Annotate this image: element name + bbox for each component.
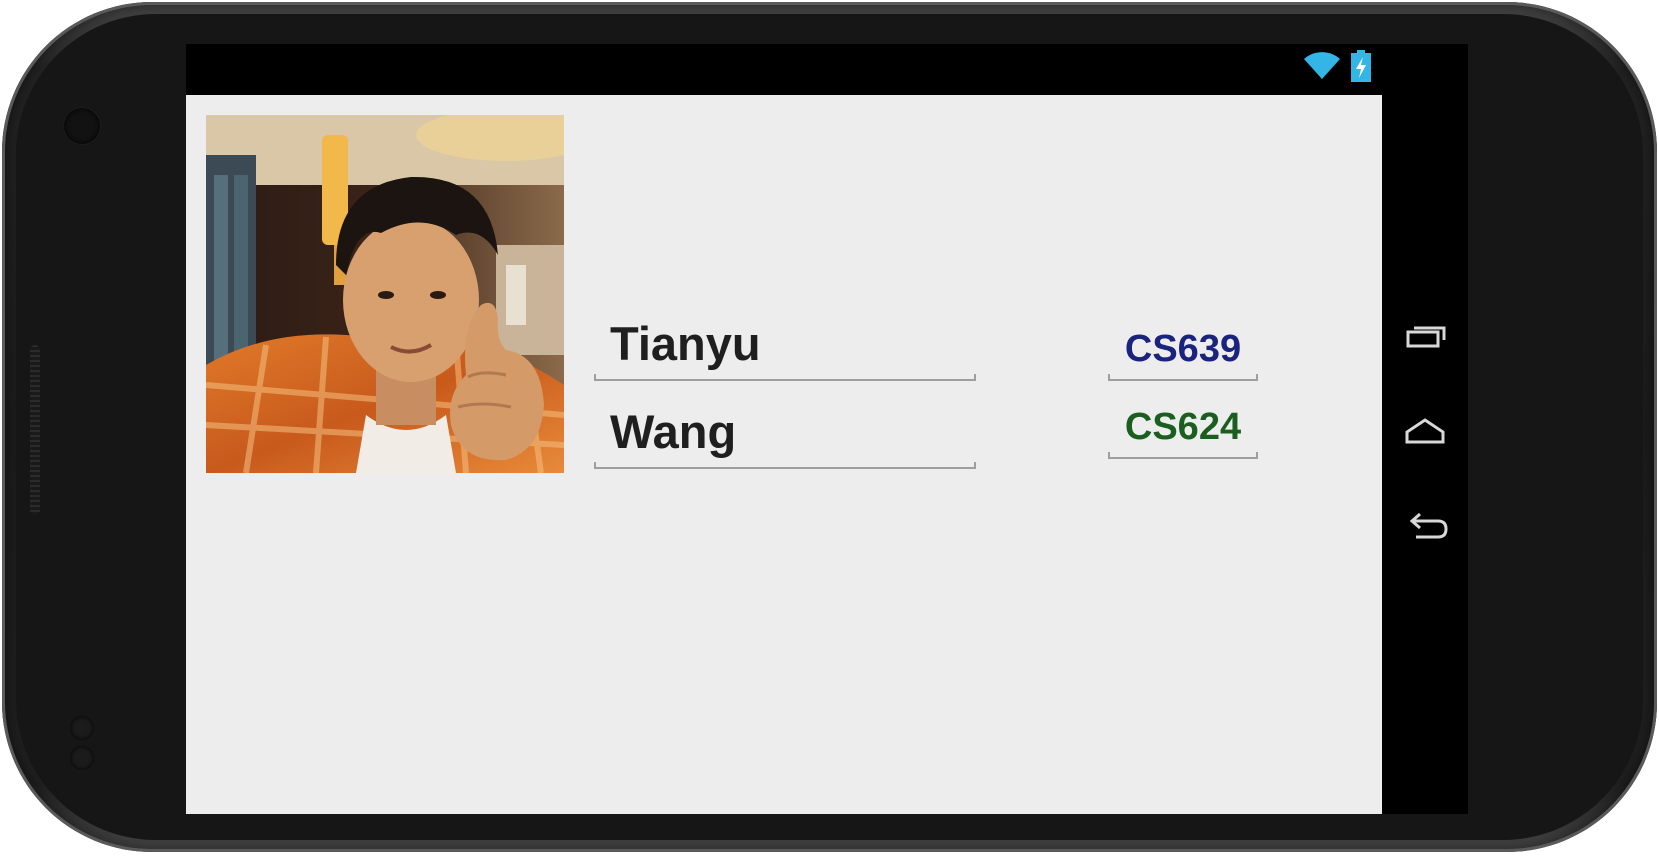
profile-photo [206, 115, 564, 473]
course-code-text: CS624 [1124, 406, 1242, 448]
status-bar [186, 44, 1382, 95]
app-screen: Tianyu Wang CS639 CS624 [186, 95, 1382, 814]
sensor-dot-top [70, 716, 94, 740]
course-field-cs624[interactable]: CS624 [1108, 301, 1258, 459]
last-name-field[interactable]: Wang [594, 303, 976, 469]
sensor-dot-bottom [70, 746, 94, 770]
last-name-text: Wang [610, 405, 737, 458]
wifi-icon [1304, 52, 1340, 79]
speaker-grill [30, 345, 40, 515]
recent-apps-icon[interactable] [1400, 318, 1450, 358]
profile-photo-image [206, 115, 564, 473]
home-icon[interactable] [1400, 412, 1450, 452]
front-camera-icon [64, 108, 100, 144]
back-icon[interactable] [1400, 508, 1450, 548]
device-stage: Tianyu Wang CS639 CS624 [0, 0, 1659, 856]
battery-charging-icon [1351, 50, 1371, 82]
